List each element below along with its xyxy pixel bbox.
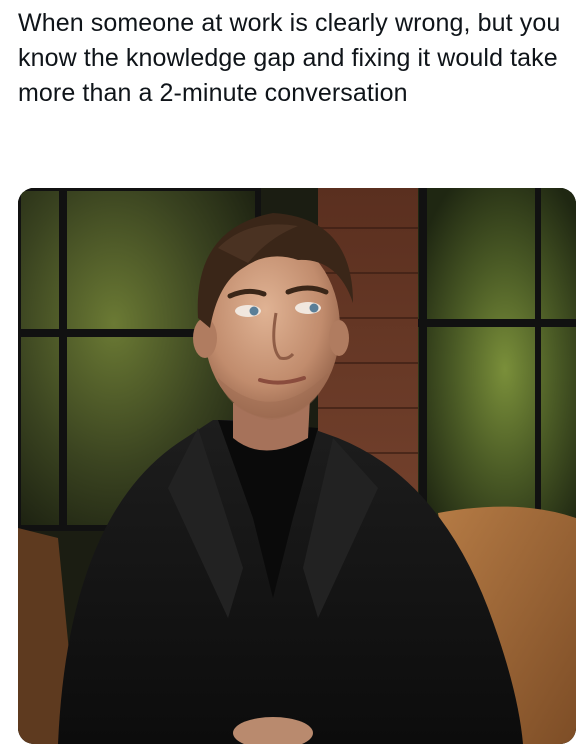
meme-photo[interactable] [18, 188, 576, 744]
meme-caption: When someone at work is clearly wrong, b… [18, 9, 561, 107]
photo-illustration [18, 188, 576, 744]
right-window [418, 188, 576, 518]
